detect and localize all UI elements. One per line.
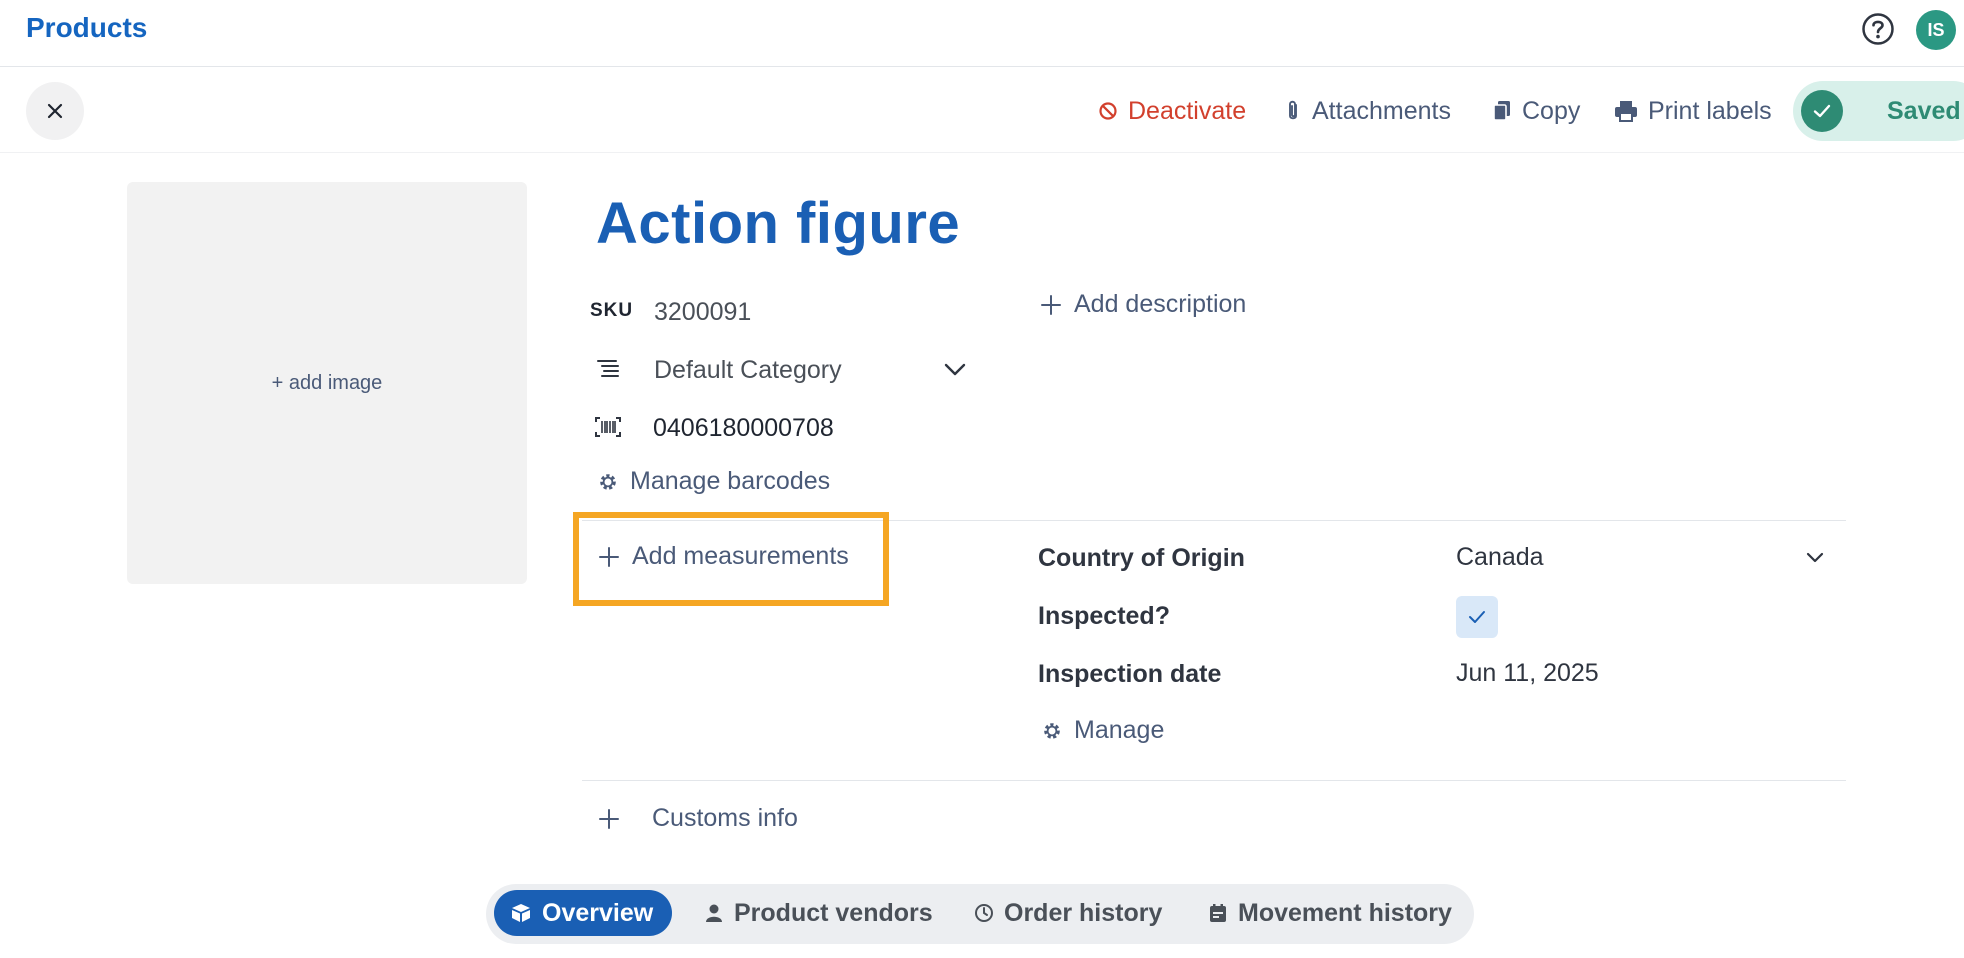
tab-movement-history[interactable]: Movement history (1208, 890, 1452, 936)
print-labels-button[interactable]: Print labels (1614, 92, 1772, 130)
print-labels-label: Print labels (1648, 96, 1772, 125)
barcode-icon (594, 416, 622, 438)
avatar[interactable]: IS (1916, 10, 1956, 50)
saved-label: Saved (1887, 96, 1961, 125)
sku-value[interactable]: 3200091 (654, 298, 751, 327)
section-divider (582, 780, 1846, 781)
manage-barcodes-link[interactable]: Manage barcodes (598, 467, 830, 496)
tab-product-vendors[interactable]: Product vendors (704, 890, 933, 936)
add-measurements-link[interactable]: Add measurements (598, 542, 849, 571)
inspected-label: Inspected? (1038, 602, 1170, 630)
tab-overview[interactable]: Overview (494, 890, 672, 936)
chevron-down-icon[interactable] (1806, 552, 1824, 564)
manage-attributes-link[interactable]: Manage (1042, 716, 1164, 745)
box-icon (512, 904, 530, 922)
add-measurements-label: Add measurements (632, 542, 849, 570)
category-icon (596, 358, 620, 380)
add-image-link[interactable]: + add image (272, 372, 383, 395)
clock-icon (975, 904, 993, 922)
category-select[interactable]: Default Category (654, 356, 842, 385)
gear-icon (600, 473, 616, 490)
deactivate-label: Deactivate (1128, 96, 1247, 125)
plus-icon (1041, 294, 1061, 315)
help-circle-icon[interactable] (1861, 12, 1895, 46)
page-title[interactable]: Products (26, 12, 147, 44)
attachments-button[interactable]: Attachments (1284, 92, 1451, 130)
gear-icon (1044, 722, 1060, 739)
tab-label: Product vendors (734, 898, 933, 927)
copy-icon (1493, 101, 1510, 121)
close-icon (47, 103, 63, 119)
country-label: Country of Origin (1038, 544, 1245, 572)
inspection-date-label: Inspection date (1038, 660, 1222, 688)
ban-icon (1099, 102, 1117, 120)
add-description-link[interactable]: Add description (1040, 290, 1246, 319)
plus-icon (599, 546, 619, 567)
inspected-checkbox[interactable] (1456, 596, 1498, 638)
tab-order-history[interactable]: Order history (974, 890, 1162, 936)
saved-status: Saved (1793, 81, 1964, 141)
paperclip-icon (1289, 100, 1297, 120)
barcode-value[interactable]: 0406180000708 (653, 414, 834, 443)
person-icon (706, 904, 722, 922)
check-icon (1469, 611, 1485, 623)
manage-label: Manage (1074, 716, 1165, 744)
attachments-label: Attachments (1312, 96, 1451, 125)
close-button[interactable] (26, 82, 84, 140)
country-select[interactable]: Canada (1456, 543, 1544, 572)
manage-barcodes-label: Manage barcodes (630, 467, 831, 495)
copy-label: Copy (1522, 96, 1581, 125)
plus-icon (599, 808, 619, 829)
inspection-date-value[interactable]: Jun 11, 2025 (1456, 659, 1599, 688)
chevron-down-icon[interactable] (943, 362, 967, 378)
deactivate-button[interactable]: Deactivate (1098, 92, 1246, 130)
add-description-label: Add description (1074, 290, 1247, 318)
copy-button[interactable]: Copy (1492, 92, 1580, 130)
customs-info-link[interactable]: Customs info (598, 804, 798, 833)
tab-label: Movement history (1238, 898, 1452, 927)
tab-label: Order history (1004, 898, 1163, 927)
customs-info-label: Customs info (652, 804, 798, 832)
image-placeholder[interactable]: + add image (127, 182, 527, 584)
product-name[interactable]: Action figure (596, 190, 960, 257)
check-icon (1801, 90, 1843, 132)
printer-icon (1615, 101, 1637, 122)
tab-label: Overview (542, 898, 654, 927)
top-bar (0, 0, 1964, 67)
sku-label: SKU (590, 300, 634, 321)
calendar-icon (1210, 904, 1226, 922)
